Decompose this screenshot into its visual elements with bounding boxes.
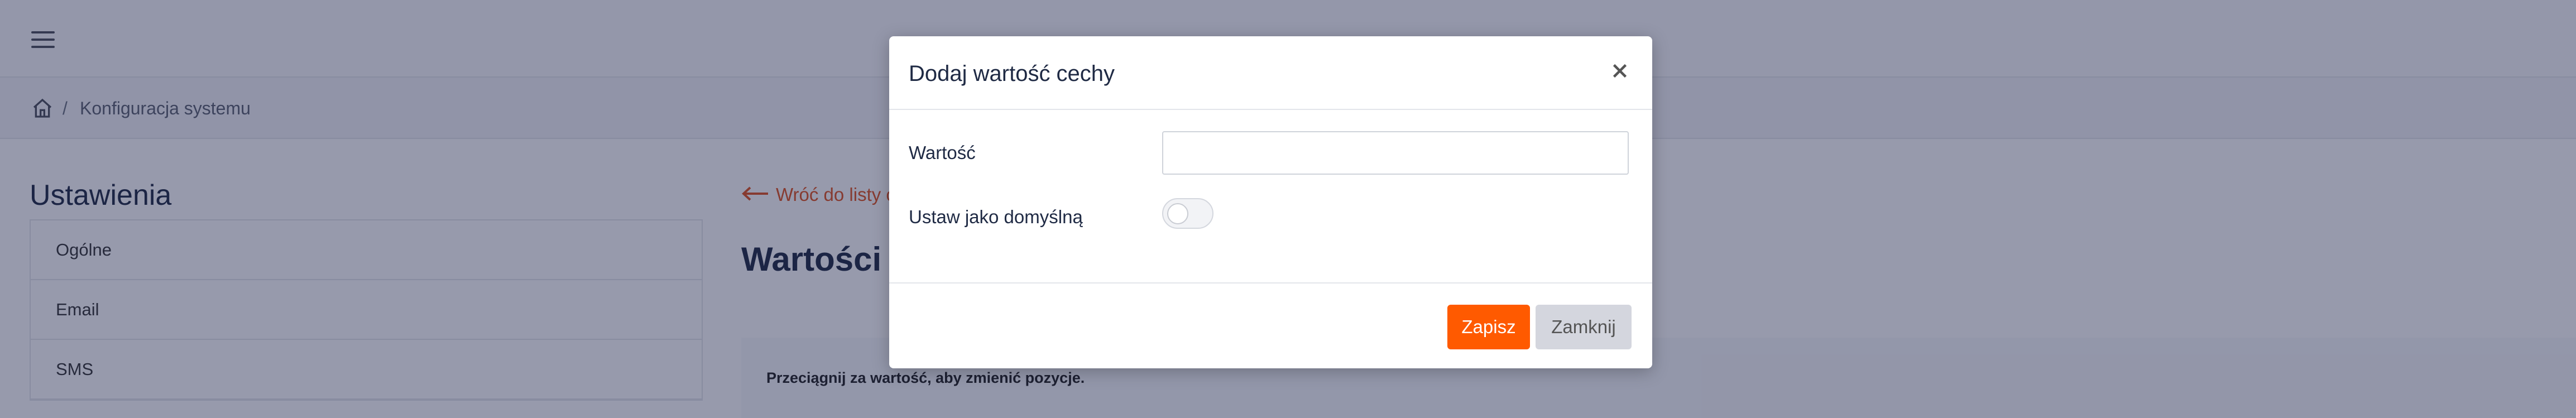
default-label: Ustaw jako domyślną [909,206,1083,227]
add-value-modal: Dodaj wartość cechy Wartość Ustaw jako d… [889,36,1652,368]
close-icon[interactable] [1610,61,1630,81]
modal-footer-divider [889,282,1652,284]
value-input[interactable] [1162,131,1629,175]
modal-header: Dodaj wartość cechy [889,36,1652,110]
default-toggle[interactable] [1162,198,1213,229]
value-label: Wartość [909,142,976,163]
close-button[interactable]: Zamknij [1536,305,1632,349]
modal-title: Dodaj wartość cechy [909,61,1115,86]
toggle-knob [1167,203,1188,224]
save-button[interactable]: Zapisz [1447,305,1530,349]
